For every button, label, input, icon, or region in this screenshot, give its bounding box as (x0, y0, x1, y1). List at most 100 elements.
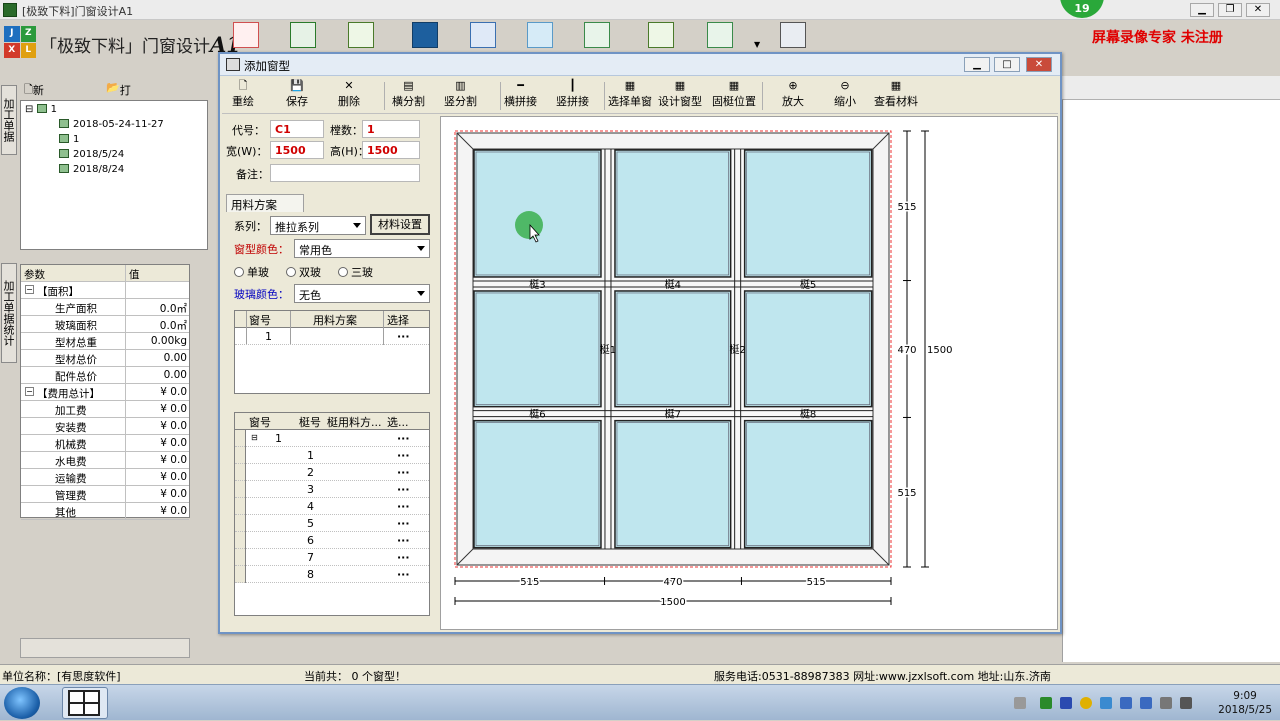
param-row[interactable]: 加工费 ¥ 0.0 (21, 401, 189, 418)
table-row[interactable]: 8 ··· (235, 566, 429, 583)
tree-node[interactable]: 2018/8/24 (59, 164, 124, 175)
table-row[interactable]: 3 ··· (235, 481, 429, 498)
zoom-in-button[interactable]: ⊕ 放大 (782, 80, 804, 112)
color-blocks-icon[interactable] (412, 22, 438, 48)
tree-node[interactable]: 1 (59, 134, 79, 145)
param-row[interactable]: 生产面积 0.0㎡ (21, 299, 189, 316)
draw-tool-icon[interactable] (233, 22, 259, 48)
view-material-button[interactable]: ▦ 查看材料 (874, 80, 918, 112)
tray-display-icon[interactable] (1140, 697, 1152, 709)
dialog-minimize-button[interactable]: ▁ (964, 57, 990, 72)
tab-material-scheme[interactable]: 用料方案 (226, 194, 304, 212)
tree-node[interactable]: 2018/5/24 (59, 149, 124, 160)
radio-triple-glass[interactable]: 三玻 (338, 264, 373, 280)
param-row[interactable]: 其他 ¥ 0.0 (21, 503, 189, 520)
report-icon[interactable] (707, 22, 733, 48)
tab-orders[interactable]: 加工单据 (1, 85, 17, 155)
series-label: 系列： (234, 220, 267, 233)
tray-add-icon[interactable] (1080, 697, 1092, 709)
dialog-close-button[interactable]: ✕ (1026, 57, 1052, 72)
collapse-icon[interactable]: − (25, 285, 34, 294)
glass-pane (473, 290, 602, 408)
table-row[interactable]: ⊟ 1 ··· (235, 430, 429, 447)
table-row[interactable]: 4 ··· (235, 498, 429, 515)
param-row[interactable]: 配件总价 0.00 (21, 367, 189, 384)
design-canvas[interactable]: 梃1 梃2 梃3 梃4 梃5 梃6 梃7 梃8 515 470 515 1500 515 470 515 15… (440, 116, 1058, 630)
tab-order-stats[interactable]: 加工单据统计 (1, 263, 17, 363)
radio-single-glass[interactable]: 单玻 (234, 264, 269, 280)
dialog-toolbar: 🗋 重绘 💾 保存 ✕ 删除 ▤ 横分割 ▥ 竖分割 ━ 横拼接 ┃ 竖拼接 ▦ 选择单窗 ▦ 设计窗型 ▦ 固梃位置… (222, 78, 1058, 114)
param-row[interactable]: 型材总价 0.00 (21, 350, 189, 367)
param-row[interactable]: 机械费 ¥ 0.0 (21, 435, 189, 452)
table-icon[interactable] (584, 22, 610, 48)
table-row[interactable]: 1 ··· (235, 447, 429, 464)
code-field[interactable]: C1 (270, 120, 324, 138)
panel-icon[interactable] (527, 22, 553, 48)
tray-app-icon[interactable] (1040, 697, 1052, 709)
param-row[interactable]: 水电费 ¥ 0.0 (21, 452, 189, 469)
close-button[interactable]: ✕ (1246, 3, 1270, 17)
table-row[interactable]: 2 ··· (235, 464, 429, 481)
tree-root[interactable]: ⊟ 1 (25, 104, 57, 115)
tray-lock-icon[interactable] (1100, 697, 1112, 709)
save-button[interactable]: 💾 保存 (286, 80, 308, 112)
param-row[interactable]: 运输费 ¥ 0.0 (21, 469, 189, 486)
table-row[interactable]: 6 ··· (235, 532, 429, 549)
tree-node[interactable]: 2018-05-24-11-27 (59, 119, 164, 130)
param-group-row[interactable]: − 【面积】 (21, 282, 189, 299)
param-group-row[interactable]: − 【费用总计】 ¥ 0.0 (21, 384, 189, 401)
radio-double-glass[interactable]: 双玻 (286, 264, 321, 280)
settings-icon[interactable] (780, 22, 806, 48)
fixed-mullion-button[interactable]: ▦ 固梃位置 (712, 80, 756, 112)
window-grid-icon[interactable] (290, 22, 316, 48)
h-join-button[interactable]: ━ 横拼接 (504, 80, 537, 112)
new-order-button[interactable]: 🗋 新建加工单 (24, 81, 44, 161)
param-row[interactable]: 管理费 ¥ 0.0 (21, 486, 189, 503)
width-field[interactable]: 1500 (270, 141, 324, 159)
keyboard-icon[interactable] (1014, 697, 1026, 709)
dialog-maximize-button[interactable]: □ (994, 57, 1020, 72)
table-row[interactable]: 1 ··· (235, 328, 429, 345)
dropdown-arrow-icon[interactable]: ▼ (754, 40, 760, 49)
minimize-button[interactable]: ▁ (1190, 3, 1214, 17)
delete-button[interactable]: ✕ 删除 (338, 80, 360, 112)
h-split-button[interactable]: ▤ 横分割 (392, 80, 425, 112)
clock[interactable]: 9:09 2018/5/25 (1218, 689, 1272, 717)
taskbar-app-button[interactable] (62, 687, 108, 719)
param-row[interactable]: 型材总重 0.00kg (21, 333, 189, 350)
height-field[interactable]: 1500 (362, 141, 420, 159)
frame-color-select[interactable]: 常用色 (294, 239, 430, 258)
param-scrollbar[interactable] (20, 638, 190, 658)
series-select[interactable]: 推拉系列 (270, 216, 366, 235)
v-join-button[interactable]: ┃ 竖拼接 (556, 80, 589, 112)
table-row[interactable]: 7 ··· (235, 549, 429, 566)
window-drawing[interactable]: 梃1 梃2 梃3 梃4 梃5 梃6 梃7 梃8 515 470 515 1500 515 470 515 15… (441, 117, 1059, 631)
restore-button[interactable]: ❐ (1218, 3, 1242, 17)
collapse-icon[interactable]: − (25, 387, 34, 396)
volume-icon[interactable] (1180, 697, 1192, 709)
h-join-icon: ━ (517, 79, 524, 92)
open-order-button[interactable]: 📂 打开单据 (106, 81, 131, 145)
note-field[interactable] (270, 164, 420, 182)
calendar-icon[interactable] (470, 22, 496, 48)
tree-toolbar: 🗋 新建加工单 📂 打开单据 (22, 80, 208, 161)
checklist-icon[interactable] (648, 22, 674, 48)
bluetooth-icon[interactable] (1060, 697, 1072, 709)
count-field[interactable]: 1 (362, 120, 420, 138)
zoom-out-button[interactable]: ⊖ 缩小 (834, 80, 856, 112)
design-window-button[interactable]: ▦ 设计窗型 (658, 80, 702, 112)
select-window-button[interactable]: ▦ 选择单窗 (608, 80, 652, 112)
table-row[interactable]: 5 ··· (235, 515, 429, 532)
document-icon[interactable] (348, 22, 374, 48)
redraw-button[interactable]: 🗋 重绘 (232, 80, 254, 112)
material-settings-button[interactable]: 材料设置 (370, 214, 430, 235)
param-row[interactable]: 玻璃面积 0.0㎡ (21, 316, 189, 333)
tray-flag-icon[interactable] (1120, 697, 1132, 709)
param-row[interactable]: 安装费 ¥ 0.0 (21, 418, 189, 435)
start-button[interactable] (4, 687, 40, 719)
logo-name: 「极致下料」门窗设计 (40, 37, 210, 57)
collapse-icon[interactable]: ⊟ (251, 433, 258, 442)
network-icon[interactable] (1160, 697, 1172, 709)
glass-color-select[interactable]: 无色 (294, 284, 430, 303)
v-split-button[interactable]: ▥ 竖分割 (444, 80, 477, 112)
